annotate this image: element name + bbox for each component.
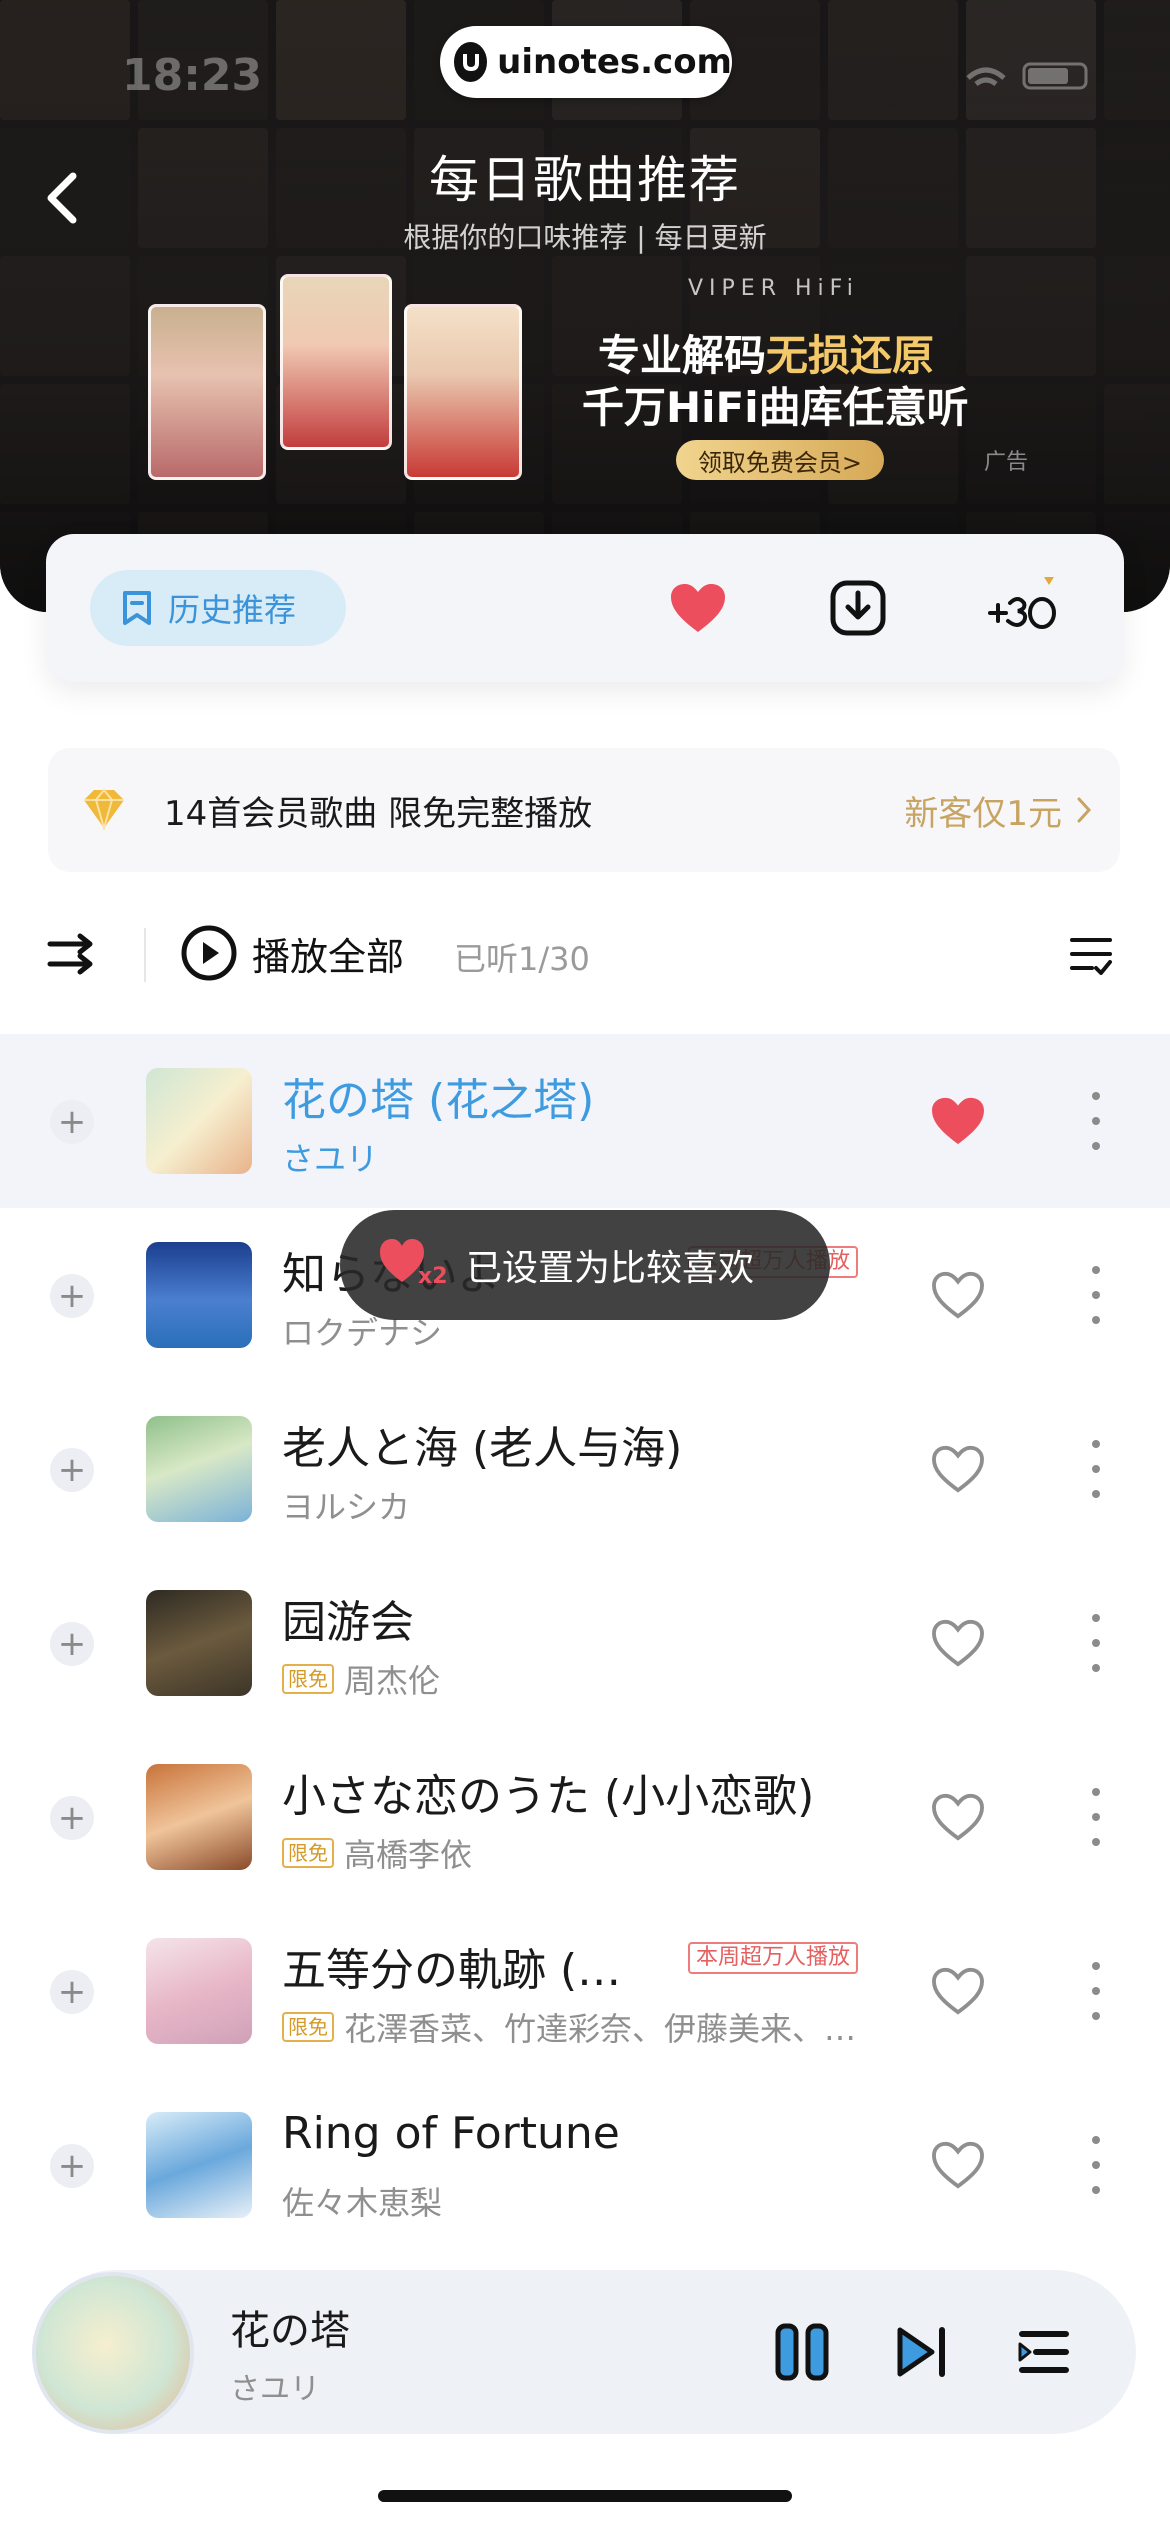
add-to-queue-button[interactable]: +	[50, 1796, 94, 1840]
like-all-button[interactable]	[666, 576, 730, 640]
song-artist: さユリ	[282, 1140, 379, 1178]
player-song-title: 花の塔	[230, 2308, 350, 2354]
song-row[interactable]: + 花の塔 (花之塔) さユリ	[0, 1034, 1170, 1208]
play-circle-icon	[181, 925, 237, 981]
heart-outline-icon[interactable]	[930, 1618, 986, 1668]
album-cover	[146, 1416, 252, 1522]
song-title: 园游会	[282, 1597, 414, 1648]
shuffle-mode-icon[interactable]	[46, 930, 98, 978]
song-artist: 限免 花澤香菜、竹達彩奈、伊藤美来、…	[282, 2004, 856, 2050]
album-cover	[146, 1068, 252, 1174]
member-promo-strip[interactable]: 14首会员歌曲 限免完整播放 新客仅1元	[48, 748, 1120, 872]
song-artist: 佐々木恵梨	[282, 2184, 443, 2222]
album-cover	[146, 1590, 252, 1696]
ad-label: 广告	[984, 450, 1029, 475]
ad-banner-photos[interactable]	[148, 274, 568, 484]
pause-icon	[775, 2323, 829, 2381]
player-song-artist: さユリ	[230, 2372, 320, 2407]
multi-select-icon[interactable]	[1068, 932, 1114, 978]
add-to-queue-button[interactable]: +	[50, 1448, 94, 1492]
history-recommend-button[interactable]: 历史推荐	[90, 570, 346, 646]
status-icons	[966, 62, 1088, 90]
album-cover	[146, 1938, 252, 2044]
playlist-icon	[1018, 2331, 1069, 2373]
song-title: 小さな恋のうた (小小恋歌)	[282, 1771, 815, 1822]
next-track-button[interactable]	[884, 2314, 960, 2390]
song-row[interactable]: + 老人と海 (老人与海) ヨルシカ	[0, 1382, 1170, 1556]
more-options-button[interactable]	[1082, 2130, 1110, 2200]
song-title: 五等分の軌跡 (…	[282, 1945, 622, 1996]
heart-outline-icon[interactable]	[930, 1270, 986, 1320]
download-button[interactable]	[826, 576, 890, 640]
plus-30-button[interactable]	[984, 576, 1066, 640]
add-to-queue-button[interactable]: +	[50, 2144, 94, 2188]
ad-brand: VIPER HiFi	[688, 276, 859, 301]
plus-30-icon	[988, 577, 1056, 629]
uinotes-logo-icon	[454, 42, 488, 82]
playlist-button[interactable]	[1006, 2314, 1082, 2390]
heart-icon	[671, 584, 725, 632]
more-options-button[interactable]	[1082, 1434, 1110, 1504]
ad-claim-button[interactable]: 领取免费会员>	[676, 440, 884, 480]
pause-button[interactable]	[764, 2314, 840, 2390]
song-artist: 限免 高橋李依	[282, 1830, 472, 1876]
chevron-right-icon	[1077, 797, 1092, 823]
mini-player[interactable]: 花の塔 さユリ	[32, 2270, 1136, 2434]
song-row[interactable]: + 园游会 限免 周杰伦	[0, 1556, 1170, 1730]
song-row[interactable]: + 小さな恋のうた (小小恋歌) 限免 高橋李依	[0, 1730, 1170, 1904]
heart-outline-icon[interactable]	[930, 1966, 986, 2016]
add-to-queue-button[interactable]: +	[50, 1622, 94, 1666]
song-row[interactable]: + 五等分の軌跡 (… 本周超万人播放 限免 花澤香菜、竹達彩奈、伊藤美来、…	[0, 1904, 1170, 2078]
play-all-button[interactable]: 播放全部	[180, 924, 404, 982]
listened-count: 已听1/30	[454, 940, 590, 978]
song-row[interactable]: + Ring of Fortune 佐々木恵梨	[0, 2078, 1170, 2252]
more-options-button[interactable]	[1082, 1260, 1110, 1330]
toast-message: x2 已设置为比较喜欢	[340, 1210, 830, 1320]
song-title: 老人と海 (老人与海)	[282, 1423, 683, 1474]
heart-outline-icon[interactable]	[930, 1792, 986, 1842]
download-icon	[830, 580, 886, 636]
player-album-cover[interactable]	[32, 2272, 194, 2434]
bookmark-icon	[123, 591, 151, 625]
status-time: 18:23	[122, 50, 263, 101]
ad-headline-2: 千万HiFi曲库任意听	[582, 383, 969, 432]
member-promo-link[interactable]: 新客仅1元	[904, 786, 1092, 835]
home-indicator[interactable]	[378, 2490, 792, 2502]
more-options-button[interactable]	[1082, 1782, 1110, 1852]
song-title: Ring of Fortune	[282, 2108, 620, 2159]
hot-badge: 本周超万人播放	[688, 1942, 859, 1974]
song-artist: 限免 周杰伦	[282, 1656, 440, 1702]
album-cover	[146, 2112, 252, 2218]
free-badge: 限免	[282, 1838, 334, 1868]
more-options-button[interactable]	[1082, 1956, 1110, 2026]
album-cover	[146, 1242, 252, 1348]
next-track-icon	[897, 2327, 945, 2377]
page-subtitle: 根据你的口味推荐 | 每日更新	[403, 221, 767, 254]
more-options-button[interactable]	[1082, 1086, 1110, 1156]
free-badge: 限免	[282, 1664, 334, 1694]
heart-outline-icon[interactable]	[930, 2140, 986, 2190]
toast-text: 已设置为比较喜欢	[466, 1248, 755, 1289]
song-title: 花の塔 (花之塔)	[282, 1075, 595, 1126]
more-options-button[interactable]	[1082, 1608, 1110, 1678]
song-artist: ヨルシカ	[282, 1488, 411, 1526]
heart-filled-icon[interactable]	[930, 1096, 986, 1146]
diamond-vip-icon	[84, 788, 124, 830]
add-to-queue-button[interactable]: +	[50, 1100, 94, 1144]
add-to-queue-button[interactable]: +	[50, 1970, 94, 2014]
play-all-bar: 播放全部 已听1/30	[0, 910, 1170, 1000]
free-badge: 限免	[282, 2012, 334, 2042]
page-title: 每日歌曲推荐	[429, 151, 741, 209]
action-toolbar: 历史推荐	[46, 534, 1124, 682]
member-strip-text: 14首会员歌曲 限免完整播放	[164, 793, 593, 834]
album-cover	[146, 1764, 252, 1870]
watermark: uinotes.com	[440, 26, 732, 98]
add-to-queue-button[interactable]: +	[50, 1274, 94, 1318]
toast-multiplier: x2	[418, 1264, 448, 1289]
heart-outline-icon[interactable]	[930, 1444, 986, 1494]
